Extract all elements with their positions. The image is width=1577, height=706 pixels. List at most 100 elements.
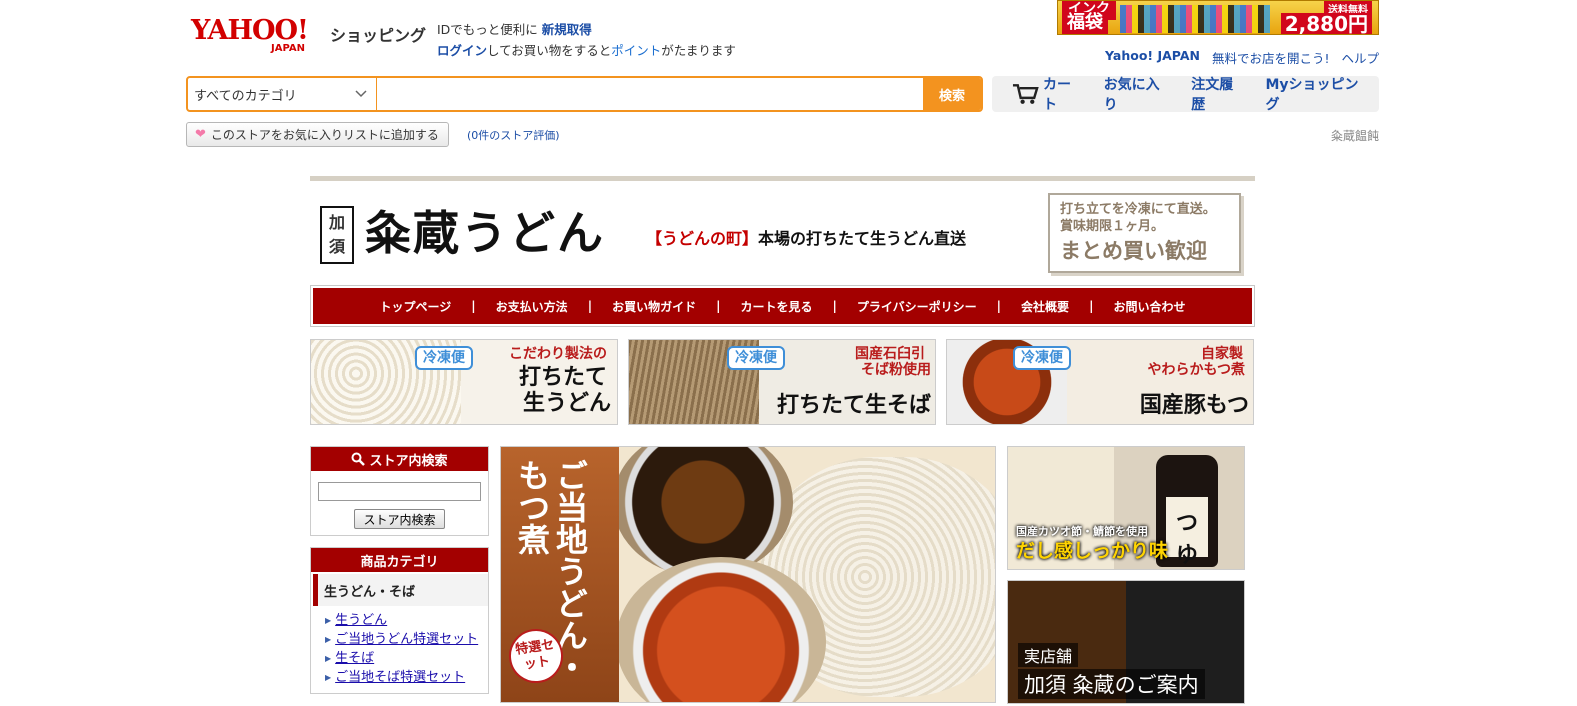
store-header: 加 須 粂蔵うどん 【うどんの町】本場の打ちたて生うどん直送 打ち立てを冷凍にて… <box>310 181 1255 284</box>
menu-payment[interactable]: お支払い方法 <box>496 298 568 315</box>
store-rating-link[interactable]: (0件のストア評価) <box>467 127 560 143</box>
store-search-form: ストア内検索 <box>311 471 488 535</box>
store-search-input[interactable] <box>318 482 481 501</box>
promo-motsu-sub: 自家製 <box>1201 346 1243 362</box>
menu-guide[interactable]: お買い物ガイド <box>612 298 696 315</box>
util-link-open-store[interactable]: 無料でお店を開こう! <box>1212 48 1330 67</box>
category-link[interactable]: ご当地うどん特選セット <box>335 632 478 647</box>
store-search-button[interactable]: ストア内検索 <box>354 509 445 529</box>
store-content: 加 須 粂蔵うどん 【うどんの町】本場の打ちたて生うどん直送 打ち立てを冷凍にて… <box>310 176 1255 706</box>
list-item: ▶ ご当地うどん特選セット <box>325 630 488 649</box>
store-menu-bar: トップページ | お支払い方法 | お買い物ガイド | カートを見る | プライ… <box>313 288 1252 324</box>
promo-soba-main: 打ちたて生そば <box>776 393 931 418</box>
promo-soba[interactable]: 冷凍便 国産石臼引 そば粉使用 打ちたて生そば <box>628 339 936 425</box>
sidebar: ストア内検索 ストア内検索 商品カテゴリ 生うどん・そば ▶ 生うどん ▶ ご当地う… <box>310 446 489 694</box>
arrow-right-icon: ▶ <box>325 635 332 644</box>
store-search-box: ストア内検索 ストア内検索 <box>310 446 489 536</box>
register-link[interactable]: 新規取得 <box>542 22 592 37</box>
point-link[interactable]: ポイント <box>611 43 661 58</box>
add-favorite-store-button[interactable]: ❤ このストアをお気に入りリストに追加する <box>186 122 449 147</box>
add-favorite-label: このストアをお気に入りリストに追加する <box>210 128 439 142</box>
arrow-right-icon: ▶ <box>325 616 332 625</box>
store-title[interactable]: 粂蔵うどん <box>365 197 605 263</box>
ink-cartridges-image <box>1120 5 1270 33</box>
login-line2-post: がたまります <box>661 43 736 58</box>
shop-name: 加須 粂蔵のご案内 <box>1018 669 1205 699</box>
promo-motsu-sub2: やわらかもつ煮 <box>1147 362 1245 378</box>
menu-separator: | <box>1089 299 1094 313</box>
login-link[interactable]: ログイン <box>437 43 487 58</box>
yahoo-logo[interactable]: YAHOO! JAPAN <box>191 16 329 60</box>
search-input[interactable] <box>377 78 923 110</box>
menu-separator: | <box>716 299 721 313</box>
login-line2-mid: してお買い物をすると <box>487 43 612 58</box>
promo-motsu-main: 国産豚もつ <box>1139 393 1249 418</box>
menu-separator: | <box>471 299 476 313</box>
store-search-title: ストア内検索 <box>369 453 448 469</box>
search-bar: すべてのカテゴリ 検索 <box>186 76 983 112</box>
lower-area: ストア内検索 ストア内検索 商品カテゴリ 生うどん・そば ▶ 生うどん ▶ ご当地う… <box>310 446 1255 706</box>
tsuyu-banner[interactable]: つゆ 国産カツオ節・鯖節を使用 だし感しっかり味 <box>1007 446 1245 570</box>
frozen-badge: 冷凍便 <box>1013 346 1071 370</box>
category-link[interactable]: 生そば <box>335 651 374 666</box>
category-box: 商品カテゴリ 生うどん・そば ▶ 生うどん ▶ ご当地うどん特選セット ▶ 生そば ▶… <box>310 547 489 694</box>
reco-line-3: まとめ買い歓迎 <box>1060 239 1207 263</box>
category-link[interactable]: ご当地そば特選セット <box>335 670 465 685</box>
logo-sub: JAPAN <box>271 43 305 54</box>
reco-line-1: 打ち立てを冷凍にて直送。 <box>1060 202 1216 217</box>
menu-contact[interactable]: お問い合わせ <box>1113 298 1185 315</box>
menu-separator: | <box>832 299 837 313</box>
login-message: IDでもっと便利に 新規取得 ログインしてお買い物をするとポイントがたまります <box>437 19 736 61</box>
chevron-down-icon <box>355 90 367 98</box>
promo-udon-main1: 打ちたて <box>518 365 607 390</box>
ink-promo-banner[interactable]: インク 福袋 送料無料 2,880円 <box>1057 0 1379 35</box>
category-list: ▶ 生うどん ▶ ご当地うどん特選セット ▶ 生そば ▶ ご当地そば特選セット <box>311 606 488 693</box>
category-select-value: すべてのカテゴリ <box>194 88 297 104</box>
reco-line-2: 賞味期限１ヶ月。 <box>1060 219 1165 234</box>
promo-price: 2,880円 <box>1280 13 1372 34</box>
kazo-emblem: 加 須 <box>320 206 354 264</box>
promo-udon[interactable]: 冷凍便 こだわり製法の 打ちたて 生うどん <box>310 339 618 425</box>
arrow-right-icon: ▶ <box>325 654 332 663</box>
order-history-tab[interactable]: 注文履歴 <box>1181 76 1255 113</box>
promo-label2: 福袋 <box>1062 12 1108 34</box>
menu-company[interactable]: 会社概要 <box>1021 298 1069 315</box>
favorites-tab[interactable]: お気に入り <box>1094 76 1182 113</box>
menu-privacy[interactable]: プライバシーポリシー <box>857 298 977 315</box>
search-button[interactable]: 検索 <box>923 78 981 110</box>
my-shopping-tab[interactable]: Myショッピング <box>1255 76 1379 113</box>
frozen-badge: 冷凍便 <box>727 346 785 370</box>
tsuyu-caption-2: だし感しっかり味 <box>1016 540 1169 562</box>
cart-tab[interactable]: カート <box>1002 76 1094 113</box>
category-header: 商品カテゴリ <box>311 548 488 572</box>
category-link[interactable]: 生うどん <box>335 613 387 628</box>
login-line1-pre: IDでもっと便利に <box>437 22 538 37</box>
category-group[interactable]: 生うどん・そば <box>313 574 488 606</box>
shop-info-banner[interactable]: 実店舗 加須 粂蔵のご案内 <box>1007 580 1245 704</box>
util-link-yahoo-japan[interactable]: Yahoo! JAPAN <box>1105 48 1200 67</box>
hero-banner[interactable]: ご当地うどん・もつ煮 特選セット <box>500 446 996 703</box>
list-item: ▶ 生うどん <box>325 611 488 630</box>
shopping-label[interactable]: ショッピング <box>330 22 426 46</box>
header-nav: カート お気に入り 注文履歴 Myショッピング <box>992 76 1379 113</box>
menu-top-page[interactable]: トップページ <box>380 298 452 315</box>
arrow-right-icon: ▶ <box>325 673 332 682</box>
search-icon <box>351 452 366 466</box>
tsuyu-label: つゆ <box>1166 497 1208 568</box>
category-select[interactable]: すべてのカテゴリ <box>188 78 377 110</box>
promo-motsu[interactable]: 冷凍便 自家製 やわらかもつ煮 国産豚もつ <box>946 339 1254 425</box>
kazo-char-2: 須 <box>328 237 345 256</box>
cart-label: カート <box>1043 77 1072 113</box>
util-link-help[interactable]: ヘルプ <box>1341 48 1379 67</box>
list-item: ▶ 生そば <box>325 649 488 668</box>
menu-view-cart[interactable]: カートを見る <box>740 298 812 315</box>
menu-separator: | <box>996 299 1002 313</box>
promo-row: 冷凍便 こだわり製法の 打ちたて 生うどん 冷凍便 国産石臼引 そば粉使用 打ち… <box>310 339 1255 425</box>
menu-separator: | <box>587 299 593 313</box>
heart-icon: ❤ <box>195 127 206 142</box>
frozen-badge: 冷凍便 <box>415 346 473 370</box>
promo-udon-main2: 生うどん <box>522 391 611 416</box>
store-search-header: ストア内検索 <box>311 447 488 471</box>
store-name-small[interactable]: 粂蔵饂飩 <box>1331 127 1379 144</box>
right-banners: つゆ 国産カツオ節・鯖節を使用 だし感しっかり味 実店舗 加須 粂蔵のご案内 <box>1007 446 1245 704</box>
